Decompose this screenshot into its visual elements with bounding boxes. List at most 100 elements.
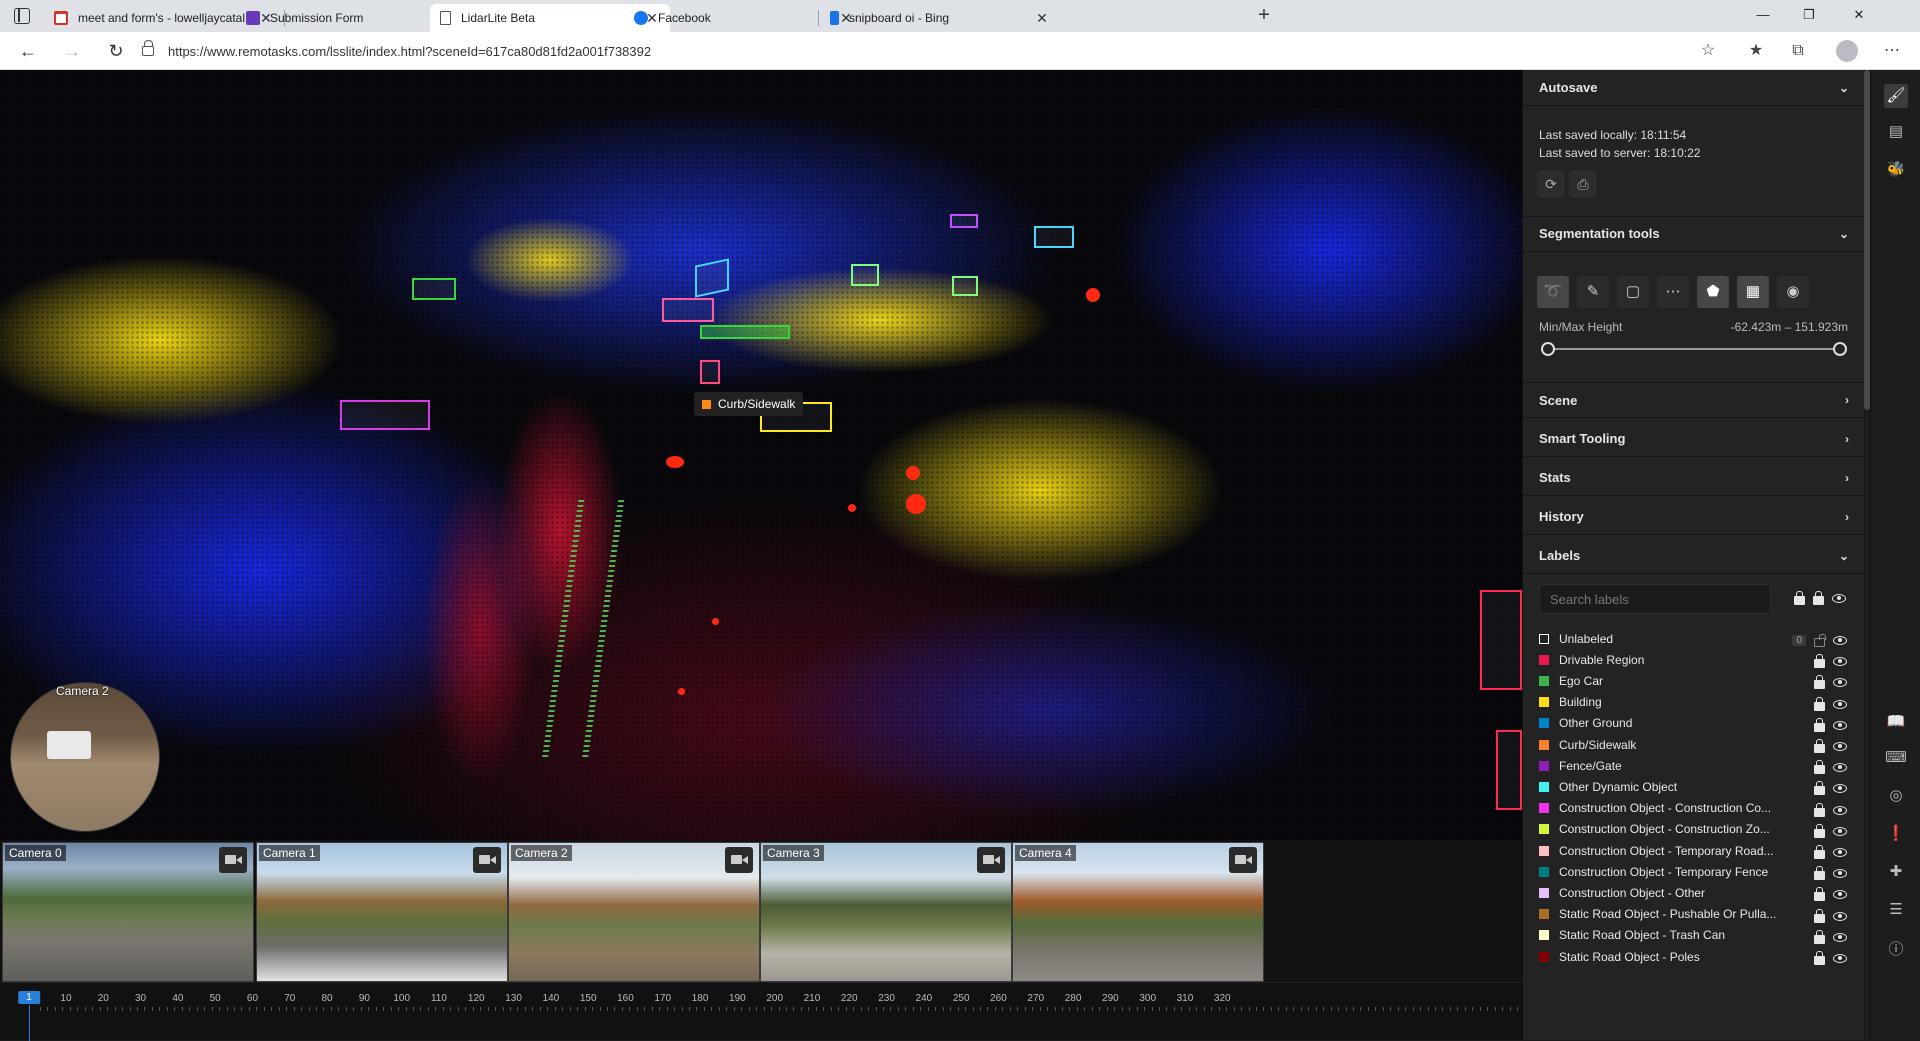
timeline-tick[interactable]: 270 — [1027, 993, 1044, 1004]
camera-view-0[interactable]: Camera 0 — [2, 842, 254, 982]
timeline-tick[interactable]: 180 — [692, 993, 709, 1004]
eye-icon[interactable] — [1833, 720, 1847, 730]
minimize-button[interactable]: — — [1740, 0, 1786, 30]
lock-icon[interactable] — [1814, 951, 1825, 965]
keyboard-icon[interactable]: ⌨ — [1884, 746, 1908, 770]
video-camera-icon[interactable] — [725, 847, 753, 873]
profile-avatar[interactable] — [1836, 40, 1858, 62]
timeline-tick[interactable]: 240 — [916, 993, 933, 1004]
eye-icon[interactable] — [1833, 678, 1847, 688]
lock-icon[interactable] — [1814, 760, 1825, 775]
lasso-tool-icon[interactable]: ➰ — [1537, 276, 1569, 308]
lock-icon[interactable] — [1814, 717, 1825, 732]
label-row[interactable]: Building — [1523, 692, 1864, 713]
cuboid[interactable] — [851, 264, 879, 286]
lock-icon[interactable] — [142, 40, 154, 56]
timeline-tick[interactable]: 150 — [580, 993, 597, 1004]
camera-view-4[interactable]: Camera 4 — [1012, 842, 1264, 982]
timeline-tick[interactable]: 120 — [468, 993, 485, 1004]
new-tab-button[interactable]: + — [1250, 4, 1278, 28]
cuboid[interactable] — [1480, 590, 1522, 690]
timeline-tick[interactable]: 320 — [1214, 993, 1231, 1004]
box-tool-icon[interactable]: ▢ — [1617, 276, 1649, 308]
video-camera-icon[interactable] — [473, 847, 501, 873]
back-button[interactable]: ← — [16, 40, 40, 62]
cuboid[interactable] — [1034, 226, 1074, 248]
camera-view-2[interactable]: Camera 2 — [508, 842, 760, 982]
timeline-tick[interactable]: 210 — [804, 993, 821, 1004]
eye-icon[interactable] — [1833, 784, 1847, 794]
section-history[interactable]: History › — [1523, 499, 1864, 535]
forward-button[interactable]: → — [60, 40, 84, 62]
lock-all-icon[interactable] — [1794, 591, 1805, 605]
target-icon[interactable]: ◎ — [1884, 784, 1908, 808]
add-favorite-icon[interactable]: ☆ — [1698, 41, 1718, 61]
eye-icon[interactable] — [1833, 636, 1847, 645]
timeline-tick[interactable]: 20 — [98, 993, 109, 1004]
cuboid[interactable] — [952, 276, 978, 296]
video-camera-icon[interactable] — [1229, 847, 1257, 873]
timeline-tick[interactable]: 100 — [393, 993, 410, 1004]
timeline-tick[interactable]: 160 — [617, 993, 634, 1004]
timeline-tick[interactable]: 30 — [135, 993, 146, 1004]
url-field[interactable]: https://www.remotasks.com/lsslite/index.… — [142, 38, 1702, 64]
timeline-tick[interactable]: 50 — [210, 993, 221, 1004]
label-row[interactable]: Curb/Sidewalk — [1523, 734, 1864, 755]
cuboid[interactable] — [412, 278, 456, 300]
timeline-tick[interactable]: 260 — [990, 993, 1007, 1004]
timeline-tick[interactable]: 170 — [654, 993, 671, 1004]
lock-all-icon[interactable] — [1813, 591, 1824, 605]
timeline-tick[interactable]: 220 — [841, 993, 858, 1004]
timeline-tick[interactable]: 310 — [1177, 993, 1194, 1004]
label-row[interactable]: Static Road Object - Pushable Or Pulla..… — [1523, 904, 1864, 925]
camera-view-3[interactable]: Camera 3 — [760, 842, 1012, 982]
eye-icon[interactable] — [1833, 826, 1847, 836]
timeline-tick[interactable]: 190 — [729, 993, 746, 1004]
timeline-tick[interactable]: 290 — [1102, 993, 1119, 1004]
lock-icon[interactable] — [1814, 654, 1825, 669]
timeline-tick[interactable]: 280 — [1065, 993, 1082, 1004]
timeline-tick[interactable]: 130 — [505, 993, 522, 1004]
cuboid[interactable] — [1496, 730, 1522, 810]
section-labels[interactable]: Labels ⌄ — [1523, 538, 1864, 574]
video-camera-icon[interactable] — [977, 847, 1005, 873]
height-slider-min-handle[interactable] — [1541, 342, 1555, 356]
eye-icon[interactable] — [1833, 848, 1847, 857]
timeline-tick[interactable]: 60 — [247, 993, 258, 1004]
timeline-tick[interactable]: 200 — [766, 993, 783, 1004]
favorites-icon[interactable]: ★ — [1746, 41, 1766, 61]
eye-icon[interactable] — [1833, 657, 1847, 667]
label-row[interactable]: Construction Object - Other — [1523, 882, 1864, 903]
close-window-button[interactable]: ✕ — [1836, 0, 1882, 30]
label-row[interactable]: Construction Object - Construction Zo... — [1523, 819, 1864, 840]
tab-actions-icon[interactable] — [14, 8, 30, 24]
eye-icon[interactable] — [1833, 869, 1847, 879]
frame-timeline[interactable]: 1 10 20 30 40 50 60 70 80 90 100 110 120 130 140 150 160… — [0, 982, 1522, 1041]
more-menu-icon[interactable]: ⋯ — [1882, 41, 1902, 61]
timeline-tick[interactable]: 40 — [172, 993, 183, 1004]
label-row[interactable]: Construction Object - Temporary Fence — [1523, 861, 1864, 882]
eye-icon[interactable] — [1833, 954, 1847, 963]
cuboid[interactable] — [340, 400, 430, 430]
timeline-tick[interactable]: 140 — [543, 993, 560, 1004]
target-tool-icon[interactable]: ◉ — [1777, 276, 1809, 308]
tab-bing[interactable]: snipboard oi - Bing ✕ — [820, 4, 1060, 32]
lock-icon[interactable] — [1814, 823, 1825, 838]
video-camera-icon[interactable] — [219, 847, 247, 873]
timeline-tick[interactable]: 80 — [322, 993, 333, 1004]
cuboid[interactable] — [662, 298, 714, 322]
timeline-tick[interactable]: 1 — [18, 991, 40, 1004]
grid-settings-icon[interactable]: ▦ — [1737, 276, 1769, 308]
reload-button[interactable]: ↻ — [104, 40, 128, 62]
height-slider-max-handle[interactable] — [1833, 342, 1847, 356]
lidar-viewport[interactable]: Curb/Sidewalk Camera 2 — [0, 70, 1522, 840]
section-segmentation-tools[interactable]: Segmentation tools ⌄ — [1523, 216, 1864, 252]
label-tag-icon[interactable]: ⬟ — [1697, 276, 1729, 308]
label-row[interactable]: Static Road Object - Trash Can — [1523, 925, 1864, 946]
timeline-tick[interactable]: 230 — [878, 993, 895, 1004]
label-row[interactable]: Drivable Region — [1523, 649, 1864, 670]
eye-icon[interactable] — [1833, 699, 1847, 709]
collections-icon[interactable]: ⧉ — [1788, 41, 1808, 61]
label-row[interactable]: Fence/Gate — [1523, 755, 1864, 776]
refresh-icon[interactable]: ⟳ — [1537, 170, 1565, 198]
